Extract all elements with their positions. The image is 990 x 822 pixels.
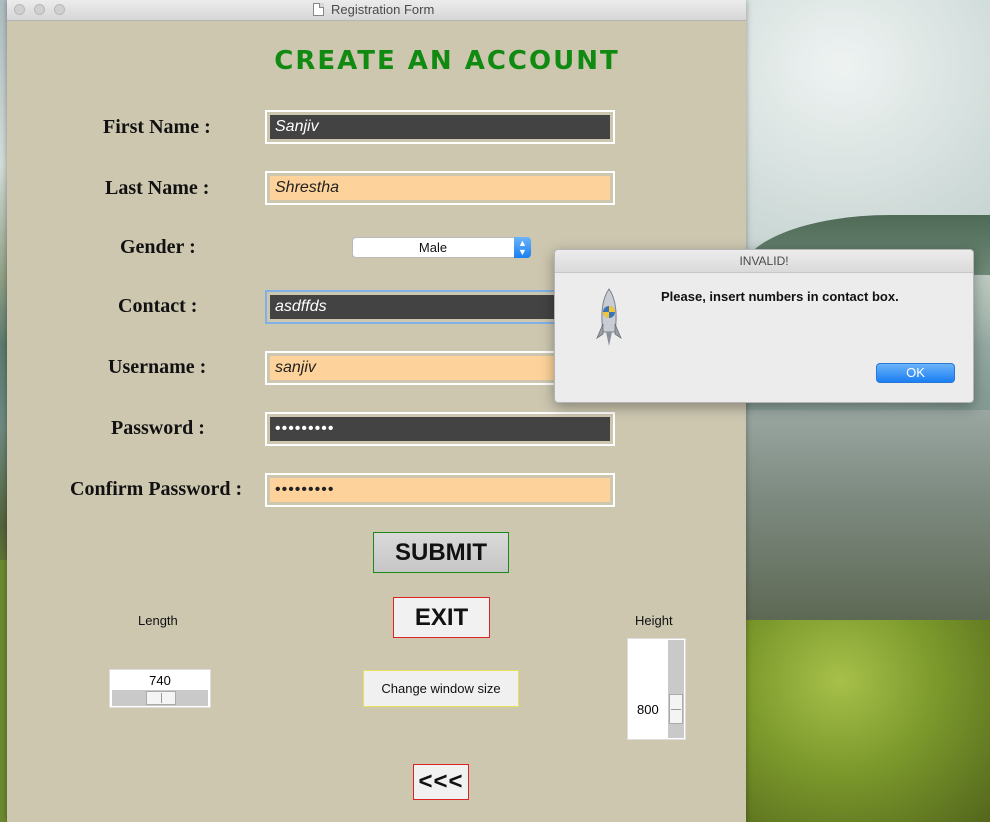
background-grass (740, 620, 990, 822)
chevron-updown-icon: ▲ ▼ (514, 237, 531, 258)
password-field[interactable]: ••••••••• (265, 412, 615, 446)
first-name-field[interactable]: Sanjiv (265, 110, 615, 144)
confirm-password-label: Confirm Password : (70, 478, 243, 500)
submit-button[interactable]: SUBMIT (373, 532, 509, 573)
length-value: 740 (149, 673, 171, 688)
height-value: 800 (637, 702, 659, 717)
first-name-label: First Name : (103, 116, 211, 138)
registration-window: Registration Form CREATE AN ACCOUNT Firs… (7, 0, 746, 822)
page-title: CREATE AN ACCOUNT (274, 46, 620, 76)
window-titlebar[interactable]: Registration Form (7, 0, 746, 21)
last-name-label: Last Name : (105, 177, 210, 199)
zoom-window-button[interactable] (54, 4, 65, 15)
height-slider[interactable]: 800 (627, 638, 686, 740)
background-lake (740, 410, 990, 630)
back-button[interactable]: <<< (413, 764, 469, 800)
height-label: Height (635, 613, 673, 628)
document-icon (313, 3, 324, 16)
height-slider-trough[interactable] (668, 640, 684, 738)
window-title: Registration Form (331, 2, 435, 17)
username-label: Username : (108, 356, 207, 378)
python-rocket-icon (596, 288, 622, 346)
gender-select[interactable]: Male ▲ ▼ (352, 237, 531, 258)
length-slider-trough[interactable] (112, 690, 208, 706)
gender-label: Gender : (120, 236, 196, 258)
length-slider[interactable]: 740 (109, 669, 211, 708)
password-label: Password : (111, 417, 205, 439)
dialog-message: Please, insert numbers in contact box. (661, 289, 899, 304)
length-label: Length (138, 613, 178, 628)
dialog-title: INVALID! (555, 250, 973, 273)
first-name-value[interactable]: Sanjiv (270, 115, 610, 139)
minimize-window-button[interactable] (34, 4, 45, 15)
password-value[interactable]: ••••••••• (270, 417, 610, 441)
gender-value: Male (418, 240, 448, 255)
invalid-dialog: INVALID! Please, insert numbers in conta… (554, 249, 974, 403)
exit-button[interactable]: EXIT (393, 597, 490, 638)
close-window-button[interactable] (14, 4, 25, 15)
length-slider-handle[interactable] (146, 691, 176, 705)
confirm-password-value[interactable]: ••••••••• (270, 478, 610, 502)
confirm-password-field[interactable]: ••••••••• (265, 473, 615, 507)
ok-button[interactable]: OK (876, 363, 955, 383)
last-name-field[interactable]: Shrestha (265, 171, 615, 205)
change-window-size-button[interactable]: Change window size (363, 670, 519, 707)
height-slider-handle[interactable] (669, 694, 683, 724)
last-name-value[interactable]: Shrestha (270, 176, 610, 200)
contact-label: Contact : (118, 295, 198, 317)
